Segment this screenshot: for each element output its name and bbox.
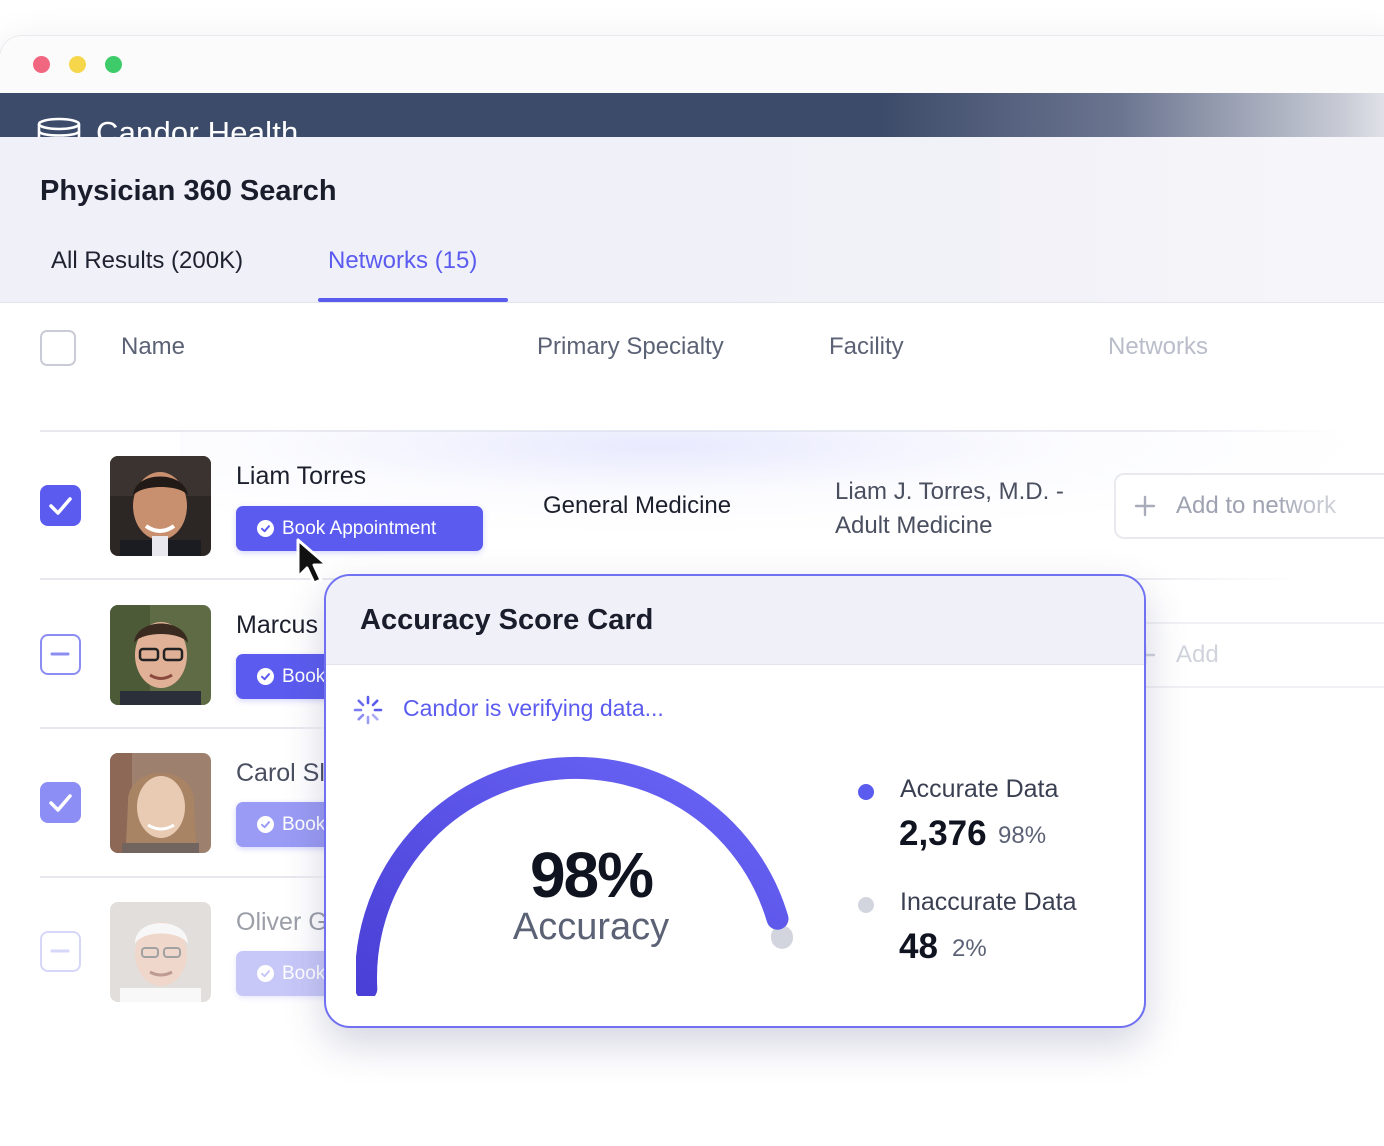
- column-header-name[interactable]: Name: [121, 333, 185, 361]
- column-header-networks[interactable]: Networks: [1108, 333, 1208, 361]
- physician-name[interactable]: Liam Torres: [236, 462, 366, 491]
- avatar: [110, 456, 211, 556]
- inaccurate-data-percent: 2%: [952, 935, 987, 962]
- accuracy-percentage: 98%: [529, 839, 654, 911]
- row-checkbox[interactable]: [40, 782, 81, 823]
- physician-name[interactable]: Marcus: [236, 611, 318, 640]
- accurate-data-label: Accurate Data: [900, 775, 1059, 803]
- facility-name: Liam J. Torres, M.D. - Adult Medicine: [835, 478, 1064, 539]
- score-card-title: Accuracy Score Card: [360, 604, 654, 636]
- tab-networks[interactable]: Networks (15): [328, 247, 477, 275]
- tab-all-results[interactable]: All Results (200K): [51, 247, 243, 275]
- loading-spinner-icon: [353, 695, 383, 725]
- check-icon: [49, 794, 72, 812]
- mouse-cursor-icon: [296, 538, 329, 585]
- page-title: Physician 360 Search: [40, 175, 337, 207]
- verification-status: Candor is verifying data...: [403, 695, 664, 721]
- physician-name[interactable]: Oliver G: [236, 908, 328, 937]
- minimize-window-button[interactable]: [69, 56, 86, 73]
- plus-icon: [1134, 495, 1156, 517]
- score-card-header: Accuracy Score Card: [326, 576, 1144, 665]
- add-to-network-button[interactable]: Add to network: [1114, 473, 1384, 539]
- row-checkbox[interactable]: [40, 931, 81, 972]
- minus-icon: [50, 652, 70, 656]
- window-titlebar: [0, 36, 1384, 93]
- check-icon: [49, 497, 72, 515]
- row-checkbox[interactable]: [40, 485, 81, 526]
- inaccurate-data-dot: [858, 897, 874, 913]
- accurate-data-count: 2,376: [899, 814, 987, 853]
- check-circle-icon: [257, 816, 274, 833]
- inaccurate-data-count: 48: [899, 927, 938, 966]
- avatar: [110, 605, 211, 705]
- accurate-data-percent: 98%: [998, 822, 1047, 849]
- minus-icon: [50, 949, 70, 953]
- active-tab-indicator: [318, 298, 508, 302]
- maximize-window-button[interactable]: [105, 56, 122, 73]
- add-to-network-button[interactable]: Add: [1114, 622, 1384, 688]
- column-header-facility[interactable]: Facility: [829, 333, 904, 361]
- physician-name[interactable]: Carol Sl: [236, 759, 325, 788]
- row-checkbox[interactable]: [40, 634, 81, 675]
- accurate-data-dot: [858, 784, 874, 800]
- check-circle-icon: [257, 520, 274, 537]
- primary-specialty: General Medicine: [543, 492, 732, 519]
- inaccurate-data-label: Inaccurate Data: [900, 888, 1077, 916]
- page-subheader: Physician 360 Search All Results (200K) …: [0, 137, 1384, 303]
- check-circle-icon: [257, 668, 274, 685]
- book-appointment-button[interactable]: Book Appointment: [236, 506, 483, 551]
- check-circle-icon: [257, 965, 274, 982]
- avatar: [110, 902, 211, 1002]
- table-row[interactable]: Liam Torres Book Appointment General Med…: [0, 431, 1384, 579]
- select-all-checkbox[interactable]: [40, 330, 76, 366]
- avatar: [110, 753, 211, 853]
- accuracy-caption: Accuracy: [512, 906, 670, 948]
- accuracy-score-card: Accuracy Score Card Candor is verifying …: [324, 574, 1146, 1028]
- close-window-button[interactable]: [33, 56, 50, 73]
- column-header-specialty[interactable]: Primary Specialty: [537, 333, 724, 361]
